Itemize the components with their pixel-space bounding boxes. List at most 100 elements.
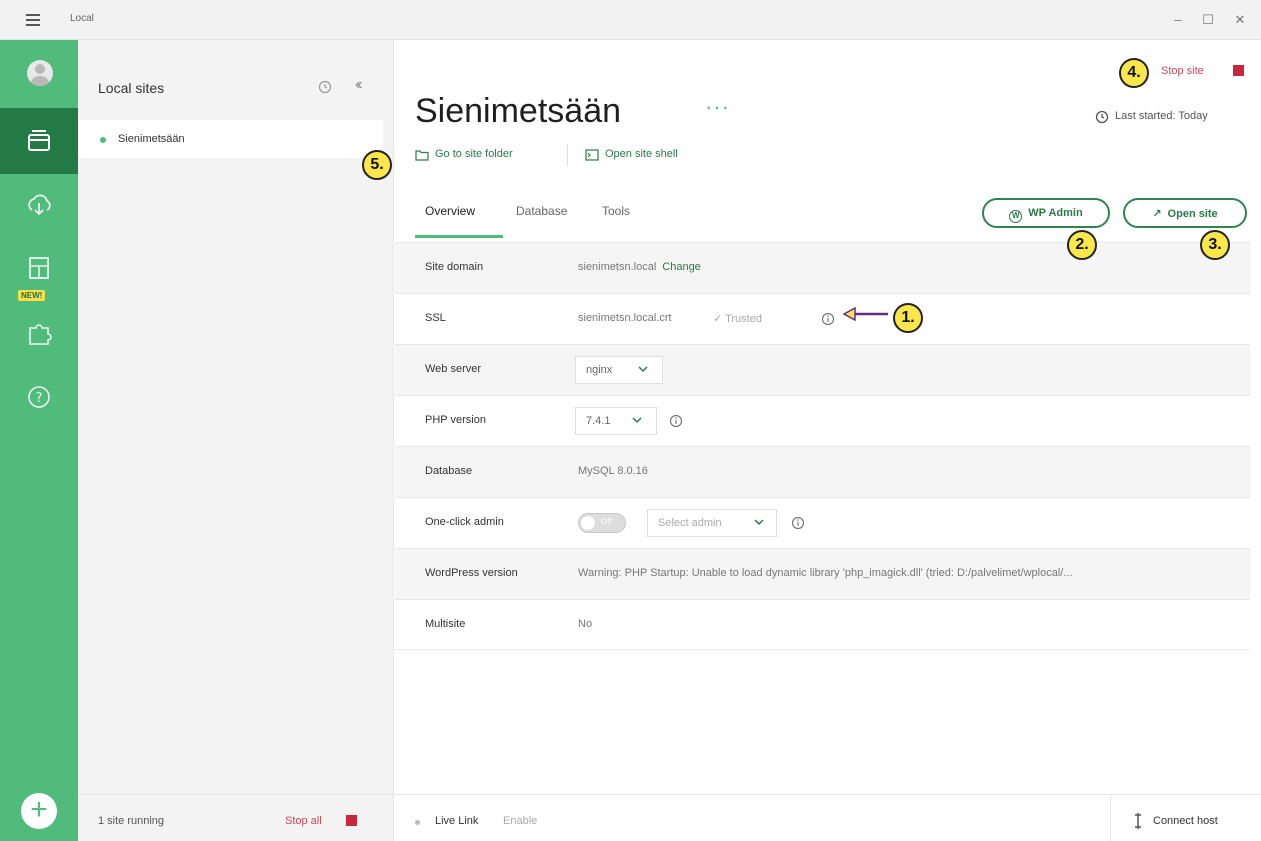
detail-row-one-click-admin: One-click admin Off Select admin [395, 497, 1250, 548]
callout-arrow-icon [842, 306, 888, 322]
add-site-button[interactable]: + [21, 793, 57, 829]
detail-label: PHP version [425, 414, 486, 426]
running-status-dot [100, 137, 106, 143]
sites-icon[interactable] [24, 126, 54, 156]
info-icon[interactable] [821, 312, 835, 326]
live-link-label: Live Link [435, 815, 479, 827]
window-title: Local [70, 13, 94, 24]
site-more-menu-icon[interactable]: ··· [705, 94, 730, 120]
footer-divider [1110, 795, 1111, 841]
terminal-icon[interactable] [585, 149, 599, 161]
collapse-panel-icon[interactable]: ‹‹ [355, 76, 362, 94]
svg-text:?: ? [36, 391, 43, 406]
database-value: MySQL 8.0.16 [578, 465, 648, 477]
toggle-state-label: Off [601, 517, 612, 526]
help-icon[interactable]: ? [24, 382, 54, 412]
addons-puzzle-icon[interactable] [24, 318, 54, 348]
active-tab-indicator [415, 235, 503, 238]
live-link-enable-link[interactable]: Enable [503, 815, 537, 827]
ssl-cert-value: sienimetsn.local.crt [578, 312, 672, 324]
open-site-shell-link[interactable]: Open site shell [605, 148, 678, 160]
info-icon[interactable] [669, 414, 683, 428]
sites-panel-title: Local sites [98, 80, 165, 96]
external-link-icon: ↗ [1152, 208, 1162, 220]
multisite-value: No [578, 618, 593, 630]
detail-value: sienimetsn.local Change [578, 261, 701, 273]
main-footer: Live Link Enable Connect host [395, 794, 1261, 841]
ssl-trusted-status: ✓ Trusted [713, 313, 762, 325]
php-version-select[interactable]: 7.4.1 [575, 407, 657, 435]
detail-label: Web server [425, 363, 482, 375]
toggle-knob [581, 516, 595, 530]
stop-site-icon[interactable] [1233, 65, 1244, 76]
callout-3: 3. [1200, 230, 1230, 260]
sites-panel: Local sites ‹‹ Sienimetsään 1 site runni… [78, 40, 394, 841]
chevron-down-icon [754, 519, 764, 526]
maximize-icon[interactable]: ☐ [1198, 10, 1218, 30]
live-link-status-dot [415, 820, 420, 825]
web-server-value: nginx [586, 364, 613, 376]
detail-label: Database [425, 465, 473, 477]
tab-tools[interactable]: Tools [602, 204, 630, 218]
wordpress-icon: W [1009, 210, 1023, 223]
page-title: Sienimetsään [415, 92, 622, 130]
site-list-item-name: Sienimetsään [118, 133, 185, 145]
new-badge: NEW! [18, 290, 46, 301]
tab-database[interactable]: Database [516, 204, 567, 218]
callout-4: 4. [1119, 58, 1149, 88]
detail-row-site-domain: Site domain sienimetsn.local Change [395, 242, 1250, 293]
folder-icon[interactable] [415, 149, 429, 161]
hamburger-menu-icon[interactable] [26, 14, 40, 26]
connect-host-button[interactable]: Connect host [1153, 815, 1218, 827]
sites-panel-footer: 1 site running Stop all [78, 794, 394, 841]
change-domain-link[interactable]: Change [662, 261, 701, 273]
callout-2: 2. [1067, 230, 1097, 260]
select-admin-placeholder: Select admin [658, 517, 722, 529]
select-admin-dropdown[interactable]: Select admin [647, 509, 777, 537]
stop-all-icon[interactable] [346, 815, 357, 826]
php-version-value: 7.4.1 [586, 415, 611, 427]
link-divider [567, 144, 568, 166]
close-icon[interactable]: ✕ [1230, 10, 1250, 30]
sites-running-count: 1 site running [98, 815, 165, 827]
blueprints-icon[interactable] [24, 254, 54, 284]
info-icon[interactable] [791, 516, 805, 530]
site-overview: Sienimetsään ··· Go to site folder Open … [395, 40, 1261, 841]
detail-row-ssl: SSL sienimetsn.local.crt ✓ Trusted [395, 293, 1250, 344]
tab-overview[interactable]: Overview [425, 204, 475, 218]
go-to-site-folder-link[interactable]: Go to site folder [435, 148, 513, 160]
clock-sort-icon[interactable] [318, 80, 332, 94]
avatar[interactable] [27, 60, 53, 86]
wp-admin-button[interactable]: W WP Admin [982, 198, 1110, 228]
cloud-download-icon[interactable] [24, 190, 54, 220]
wp-admin-label: WP Admin [1028, 207, 1083, 219]
detail-row-web-server: Web server nginx [395, 344, 1250, 395]
minimize-icon[interactable]: – [1168, 10, 1188, 30]
clock-icon [1095, 110, 1109, 124]
last-started-text: Last started: Today [1115, 110, 1208, 122]
one-click-admin-toggle[interactable]: Off [578, 513, 626, 533]
callout-1: 1. [893, 303, 923, 333]
detail-row-multisite: Multisite No [395, 599, 1250, 650]
open-site-button[interactable]: ↗ Open site [1123, 198, 1247, 228]
chevron-down-icon [632, 417, 642, 424]
stop-all-button[interactable]: Stop all [285, 815, 322, 827]
site-domain-value: sienimetsn.local [578, 261, 657, 273]
stop-site-button[interactable]: Stop site [1161, 65, 1204, 77]
detail-label: Multisite [425, 618, 466, 630]
detail-row-database: Database MySQL 8.0.16 [395, 446, 1250, 497]
web-server-select[interactable]: nginx [575, 356, 663, 384]
chevron-down-icon [638, 366, 648, 373]
detail-row-php-version: PHP version 7.4.1 [395, 395, 1250, 446]
detail-label: SSL [425, 312, 446, 324]
title-bar: Local – ☐ ✕ [0, 0, 1261, 40]
site-list-item[interactable]: Sienimetsään [78, 120, 383, 158]
detail-row-wordpress-version: WordPress version Warning: PHP Startup: … [395, 548, 1250, 599]
connect-plug-icon[interactable] [1132, 812, 1144, 830]
detail-label: One-click admin [425, 516, 504, 528]
wordpress-version-value: Warning: PHP Startup: Unable to load dyn… [578, 567, 1073, 579]
open-site-label: Open site [1167, 208, 1218, 220]
nav-rail: NEW! ? + [0, 40, 78, 841]
callout-5: 5. [362, 150, 392, 180]
detail-label: Site domain [425, 261, 484, 273]
